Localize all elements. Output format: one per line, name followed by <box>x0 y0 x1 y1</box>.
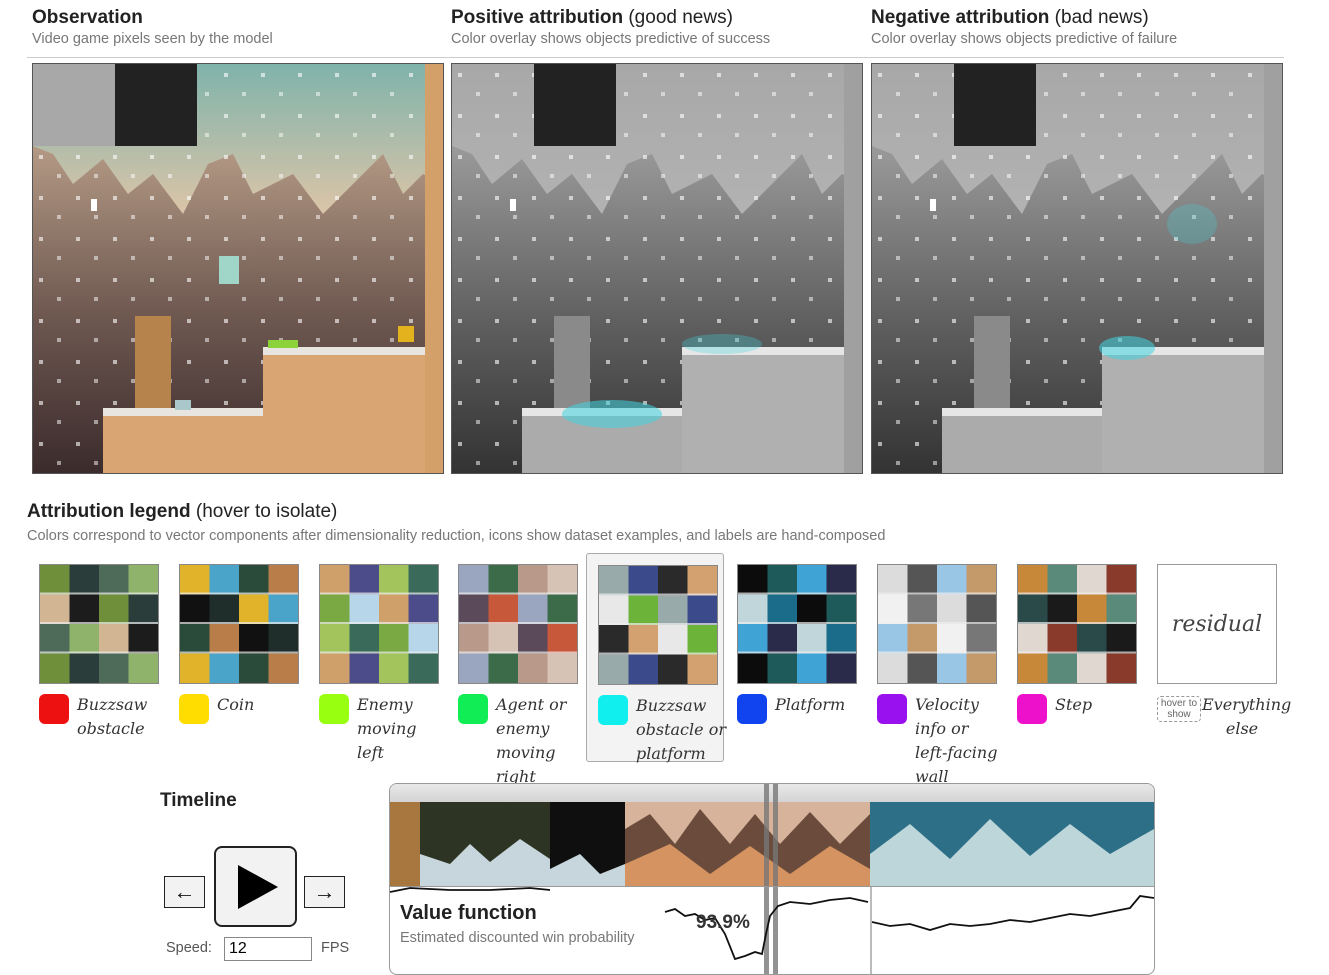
legend-example-thumbnails <box>39 564 159 684</box>
legend-item-enemy-moving-left[interactable]: Enemy moving left <box>308 553 446 762</box>
legend-item-buzzsaw-obstacle[interactable]: Buzzsaw obstacle <box>28 553 166 762</box>
observation-header: Observation Video game pixels seen by th… <box>32 6 273 48</box>
value-function-title: Value function <box>400 902 537 924</box>
observation-image <box>32 63 444 474</box>
legend-color-swatch <box>1017 694 1047 724</box>
negative-attribution-title: Negative attribution (bad news) <box>871 7 1149 28</box>
residual-label: Everything else <box>1202 695 1292 738</box>
observation-title: Observation <box>32 7 143 28</box>
positive-attribution-title: Positive attribution (good news) <box>451 7 733 28</box>
left-arrow-icon: ← <box>173 879 196 904</box>
legend-example-thumbnails <box>458 564 578 684</box>
legend-item-step[interactable]: Step <box>1006 553 1144 762</box>
legend-color-swatch <box>877 694 907 724</box>
legend-label: Enemy moving left <box>357 695 417 762</box>
fps-label: FPS <box>321 940 350 956</box>
observation-subtitle: Video game pixels seen by the model <box>32 31 273 47</box>
legend-label: Agent or enemy moving right <box>496 695 567 786</box>
positive-attribution-header: Positive attribution (good news) Color o… <box>451 6 770 48</box>
legend-label: Buzzsaw obstacle or platform <box>636 696 726 763</box>
negative-attribution-subtitle: Color overlay shows objects predictive o… <box>871 31 1178 47</box>
legend-color-swatch <box>319 694 349 724</box>
legend-title: Attribution legend (hover to isolate) <box>27 501 338 522</box>
legend-example-thumbnails <box>1017 564 1137 684</box>
legend-label: Step <box>1055 695 1093 714</box>
legend-subtitle: Colors correspond to vector components a… <box>27 528 886 544</box>
negative-attribution-image <box>871 63 1283 474</box>
legend-label: Buzzsaw obstacle <box>77 695 148 738</box>
legend-label: Platform <box>775 695 846 714</box>
legend-color-swatch <box>598 695 628 725</box>
legend-example-thumbnails <box>598 565 718 685</box>
value-readout: 93.9% <box>696 912 750 933</box>
play-button[interactable] <box>214 846 297 927</box>
legend-label: Coin <box>217 695 255 714</box>
legend-example-thumbnails <box>319 564 439 684</box>
speed-input[interactable] <box>224 937 312 961</box>
timeline-title: Timeline <box>160 790 237 811</box>
legend-item-residual[interactable]: residual hover to show Everything else <box>1146 553 1292 762</box>
legend-color-swatch <box>458 694 488 724</box>
legend-example-thumbnails <box>179 564 299 684</box>
legend-item-velocity-info-or-left-facing-wall[interactable]: Velocity info or left-facing wall <box>866 553 1004 786</box>
right-arrow-icon: → <box>313 879 336 904</box>
legend-item-buzzsaw-obstacle-or-platform[interactable]: Buzzsaw obstacle or platform <box>586 553 726 763</box>
residual-hover-note: hover to show <box>1157 696 1201 722</box>
positive-attribution-image <box>451 63 863 474</box>
legend-item-agent-or-enemy-moving-right[interactable]: Agent or enemy moving right <box>447 553 585 786</box>
legend-color-swatch <box>179 694 209 724</box>
negative-attribution-header: Negative attribution (bad news) Color ov… <box>871 6 1177 48</box>
value-function-subtitle: Estimated discounted win probability <box>400 930 635 946</box>
legend-example-thumbnails <box>877 564 997 684</box>
speed-label: Speed: <box>166 940 212 956</box>
prev-frame-button[interactable]: ← <box>164 876 205 908</box>
play-icon <box>237 864 278 909</box>
next-frame-button[interactable]: → <box>304 876 345 908</box>
residual-box: residual <box>1157 564 1277 684</box>
positive-attribution-subtitle: Color overlay shows objects predictive o… <box>451 31 771 47</box>
header-divider <box>27 57 1284 58</box>
legend-color-swatch <box>737 694 767 724</box>
legend-example-thumbnails <box>737 564 857 684</box>
timeline-scrubber[interactable]: Value function Estimated discounted win … <box>389 783 1155 975</box>
legend-item-platform[interactable]: Platform <box>726 553 864 762</box>
legend-color-swatch <box>39 694 69 724</box>
legend-label: Velocity info or left-facing wall <box>915 695 998 786</box>
legend-item-coin[interactable]: Coin <box>168 553 306 762</box>
